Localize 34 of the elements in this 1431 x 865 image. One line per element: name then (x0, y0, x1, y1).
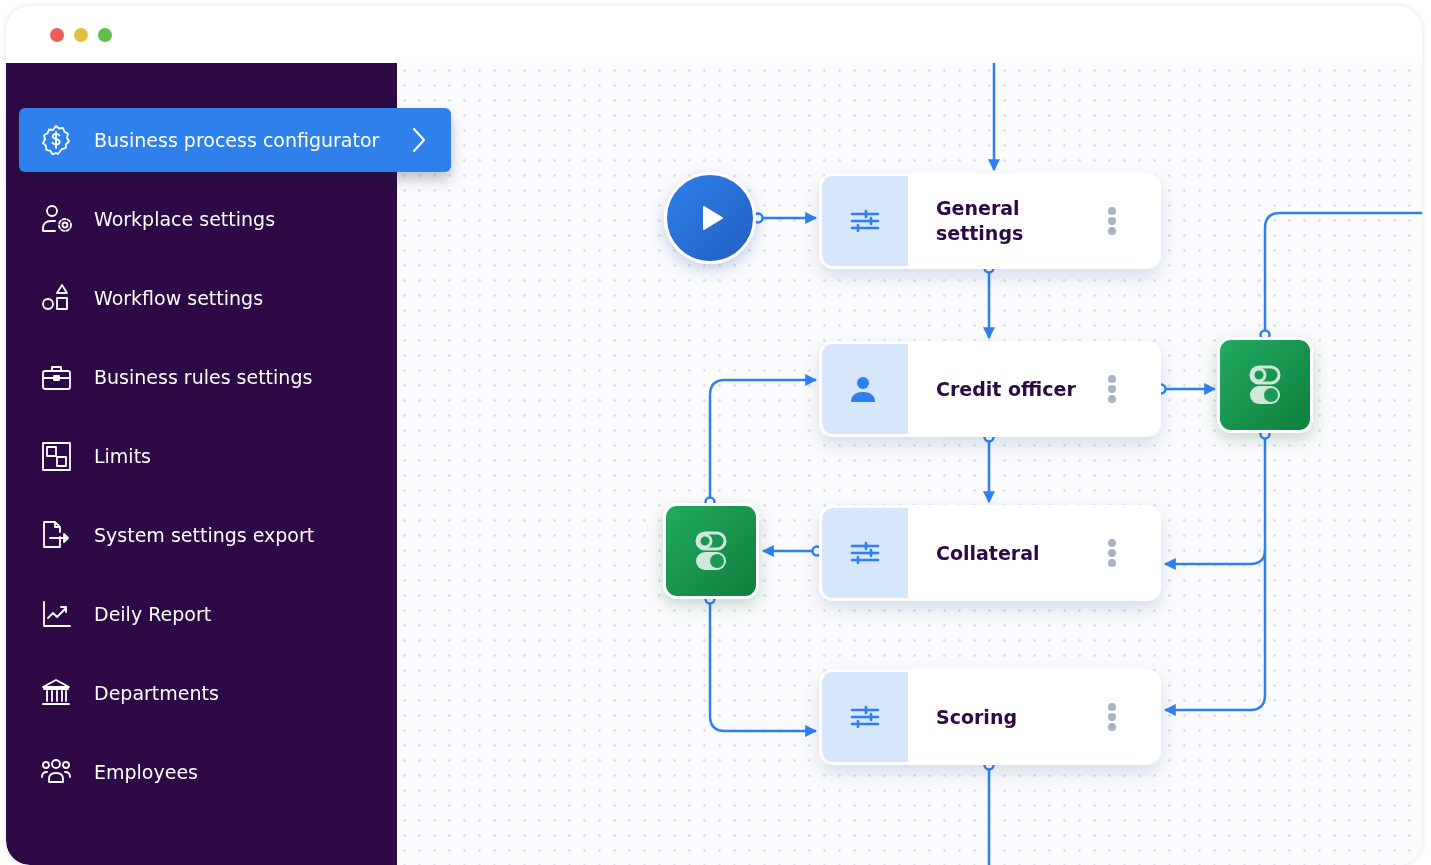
sidebar-item[interactable]: System settings export (19, 503, 384, 567)
step-title: Credit officer (936, 376, 1077, 402)
sidebar-item[interactable]: Business process configurator (19, 108, 451, 172)
start-button[interactable] (664, 172, 756, 264)
step-card[interactable]: General settings (819, 173, 1161, 269)
step-title: General settings (936, 196, 1025, 246)
chevron-right-icon (411, 126, 427, 154)
close-button[interactable] (50, 27, 64, 42)
sidebar-item[interactable]: Limits (19, 424, 384, 488)
sidebar-item[interactable]: Business rules settings (19, 345, 384, 409)
sidebar-item[interactable]: Workplace settings (19, 187, 384, 251)
sidebar-item[interactable]: Departments (19, 661, 384, 725)
decision-node[interactable] (1217, 337, 1313, 433)
step-card[interactable]: Credit officer (819, 341, 1161, 437)
step-title: Scoring (936, 704, 1018, 730)
kebab-menu-icon (1107, 207, 1117, 235)
sidebar-item[interactable]: Deily Report (19, 582, 384, 646)
sidebar-item[interactable]: Employees (19, 740, 384, 804)
toggle-icon (1248, 363, 1282, 407)
decision-node[interactable] (663, 503, 759, 599)
step-card[interactable]: Collateral (819, 505, 1161, 601)
badge-dollar-icon (40, 123, 73, 157)
sidebar-item[interactable]: Workflow settings (19, 266, 384, 330)
layout-icon (40, 439, 73, 473)
kebab-menu-icon (1107, 375, 1117, 403)
step-card[interactable]: Scoring (819, 669, 1161, 765)
kebab-menu-icon (1107, 703, 1117, 731)
kebab-menu-icon (1107, 539, 1117, 567)
sliders-icon (850, 540, 880, 566)
step-title: Collateral (936, 540, 1041, 566)
play-icon (702, 205, 724, 231)
sliders-icon (850, 704, 880, 730)
toggle-icon (694, 529, 728, 573)
sliders-icon (850, 208, 880, 234)
